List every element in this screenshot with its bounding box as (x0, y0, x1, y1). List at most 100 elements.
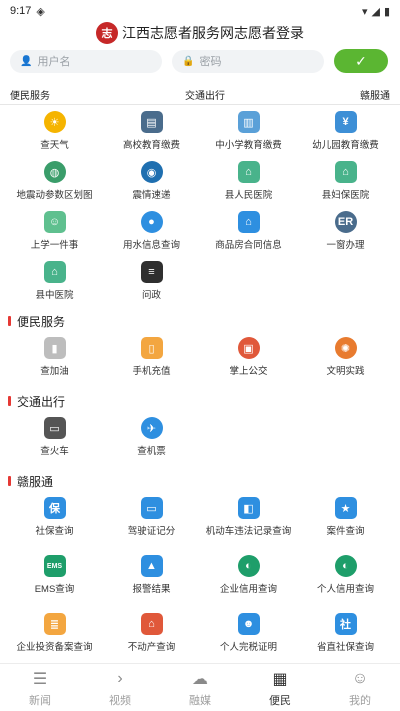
service-item[interactable]: ▭ 驾驶证记分 (103, 489, 200, 547)
section: 赣服通保社保查询 ▭ 驾驶证记分 ◧ 机动车违法记录查询 ★ 案件查询 EMS EMS查询 ▲ 报警… (0, 473, 400, 663)
grid-apps-icon: ▦ (272, 670, 288, 688)
service-item[interactable]: ◐ 企业信用查询 (200, 547, 297, 605)
service-item[interactable]: ¥ 幼儿园教育缴费 (297, 107, 394, 157)
service-item[interactable]: ◧ 机动车违法记录查询 (200, 489, 297, 547)
service-item[interactable]: ★ 案件查询 (297, 489, 394, 547)
nav-item[interactable]: ▦ 便民 (240, 664, 320, 711)
news-icon: ☰ (32, 670, 48, 688)
service-item[interactable]: ☻ 个人完税证明 (200, 605, 297, 663)
check-icon: ✓ (355, 52, 367, 69)
service-item[interactable]: ▤ 高校教育缴费 (103, 107, 200, 157)
ems-icon: EMS (43, 555, 66, 577)
hospital-icon: ⌂ (237, 161, 260, 183)
kindergarten-fee-icon: ¥ (334, 111, 357, 133)
service-item[interactable]: 社省直社保查询 (297, 605, 394, 663)
car-violation-icon: ◧ (237, 497, 260, 519)
nav-item[interactable]: › 视频 (80, 664, 160, 711)
service-item[interactable]: ER 一窗办理 (297, 207, 394, 257)
section-title: 赣服通 (17, 474, 54, 489)
service-item-label: 企业信用查询 (219, 584, 277, 595)
page-header: 志 江西志愿者服务网志愿者登录 (0, 22, 400, 44)
service-item[interactable]: ◐ 个人信用查询 (297, 547, 394, 605)
service-item[interactable]: ✺ 文明实践 (297, 329, 394, 387)
service-item[interactable]: ☀ 查天气 (6, 107, 103, 157)
civilization-icon: ✺ (334, 337, 357, 359)
service-item[interactable]: EMS EMS查询 (6, 547, 103, 605)
section-marker (8, 476, 11, 486)
service-item[interactable]: ⌂ 不动产查询 (103, 605, 200, 663)
service-item-label: 机动车违法记录查询 (205, 526, 292, 537)
student-icon: ☺ (43, 211, 66, 233)
service-item[interactable]: ◉ 震情速递 (103, 157, 200, 207)
password-field[interactable]: 🔒 密码 (172, 49, 324, 73)
service-item[interactable]: ☺ 上学一件事 (6, 207, 103, 257)
service-item[interactable]: ▯ 手机充值 (103, 329, 200, 387)
service-item-label: 一窗办理 (326, 240, 365, 251)
window-service-icon: ER (334, 211, 357, 233)
service-item[interactable]: ⌂ 县妇保医院 (297, 157, 394, 207)
service-item[interactable]: ▮ 查加油 (6, 329, 103, 387)
service-item-label: 个人信用查询 (316, 584, 374, 595)
username-placeholder: 用户名 (37, 56, 71, 68)
train-icon: ▭ (43, 417, 66, 439)
section-title: 便民服务 (17, 314, 66, 329)
page-title: 江西志愿者服务网志愿者登录 (122, 25, 304, 41)
social-security-icon: 保 (43, 497, 66, 519)
service-item-label: 掌上公交 (229, 366, 268, 377)
tab-convenience[interactable]: 便民服务 (10, 87, 50, 102)
nav-item[interactable]: ☁ 融媒 (160, 664, 240, 711)
maternal-hospital-icon: ⌂ (334, 161, 357, 183)
service-item[interactable]: ▲ 报警结果 (103, 547, 200, 605)
section-header: 赣服通 (0, 473, 400, 489)
service-item[interactable]: ▥ 中小学教育缴费 (200, 107, 297, 157)
service-item-label: 报警结果 (132, 584, 171, 595)
video-icon: › (117, 669, 123, 687)
service-item-label: 中小学教育缴费 (215, 140, 282, 151)
tcm-hospital-icon: ⌂ (43, 261, 66, 283)
divider (0, 104, 400, 105)
wifi-icon: ▾ (361, 5, 368, 18)
tab-ganfutong[interactable]: 赣服通 (360, 87, 390, 102)
service-item-label: 震情速递 (132, 190, 171, 201)
service-item-label: 查天气 (40, 140, 69, 151)
earth-icon: ◉ (140, 161, 163, 183)
service-item[interactable]: ≡ 问政 (103, 257, 200, 307)
personal-credit-icon: ◐ (334, 555, 357, 577)
bottom-nav: ☰ 新闻 › 视频 ☁ 融媒 ▦ 便民 ☺ 我的 (0, 663, 400, 711)
house-icon: ⌂ (237, 211, 260, 233)
service-grid: ☀ 查天气 ▤ 高校教育缴费 ▥ 中小学教育缴费 ¥ 幼儿园教育缴费 ◍ 地震动参数区划图 ◉ 震情速… (0, 107, 400, 307)
school-fee-icon: ▥ (237, 111, 260, 133)
service-item[interactable]: 保社保查询 (6, 489, 103, 547)
nav-item[interactable]: ☰ 新闻 (0, 664, 80, 711)
alarm-icon: ▲ (140, 555, 163, 577)
service-item[interactable]: ✈ 查机票 (103, 409, 200, 467)
enterprise-credit-icon: ◐ (237, 555, 260, 577)
service-item[interactable]: ⌂ 县中医院 (6, 257, 103, 307)
service-item[interactable]: ≣ 企业投资备案查询 (6, 605, 103, 663)
status-bar: 9:17 ◈ ▾ ◢ ▮ (0, 0, 400, 22)
service-item[interactable]: ▣ 掌上公交 (200, 329, 297, 387)
police-badge-icon: ★ (334, 497, 357, 519)
nav-item[interactable]: ☺ 我的 (320, 664, 400, 711)
weather-icon: ☀ (43, 111, 66, 133)
service-item[interactable]: ▭ 查火车 (6, 409, 103, 467)
service-item[interactable]: ● 用水信息查询 (103, 207, 200, 257)
service-item-label: 个人完税证明 (219, 642, 277, 653)
service-item[interactable]: ⌂ 商品房合同信息 (200, 207, 297, 257)
service-item[interactable]: ◍ 地震动参数区划图 (6, 157, 103, 207)
section: 交通出行 ▭ 查火车 ✈ 查机票 (0, 393, 400, 467)
section-header: 便民服务 (0, 313, 400, 329)
profile-icon: ☺ (351, 669, 369, 687)
section-grid: ▮ 查加油 ▯ 手机充值 ▣ 掌上公交 ✺ 文明实践 (0, 329, 400, 387)
section: 便民服务 ▮ 查加油 ▯ 手机充值 ▣ 掌上公交 ✺ 文明实践 (0, 313, 400, 387)
section-header: 交通出行 (0, 393, 400, 409)
service-item-label: 省直社保查询 (316, 642, 374, 653)
tab-transport[interactable]: 交通出行 (185, 87, 225, 102)
service-item[interactable]: ⌂ 县人民医院 (200, 157, 297, 207)
nav-label: 视频 (109, 694, 131, 707)
bus-icon: ▣ (237, 337, 260, 359)
username-field[interactable]: 👤 用户名 (10, 49, 162, 73)
section-grid: ▭ 查火车 ✈ 查机票 (0, 409, 400, 467)
phone-recharge-icon: ▯ (140, 337, 163, 359)
login-submit-button[interactable]: ✓ (334, 49, 388, 73)
